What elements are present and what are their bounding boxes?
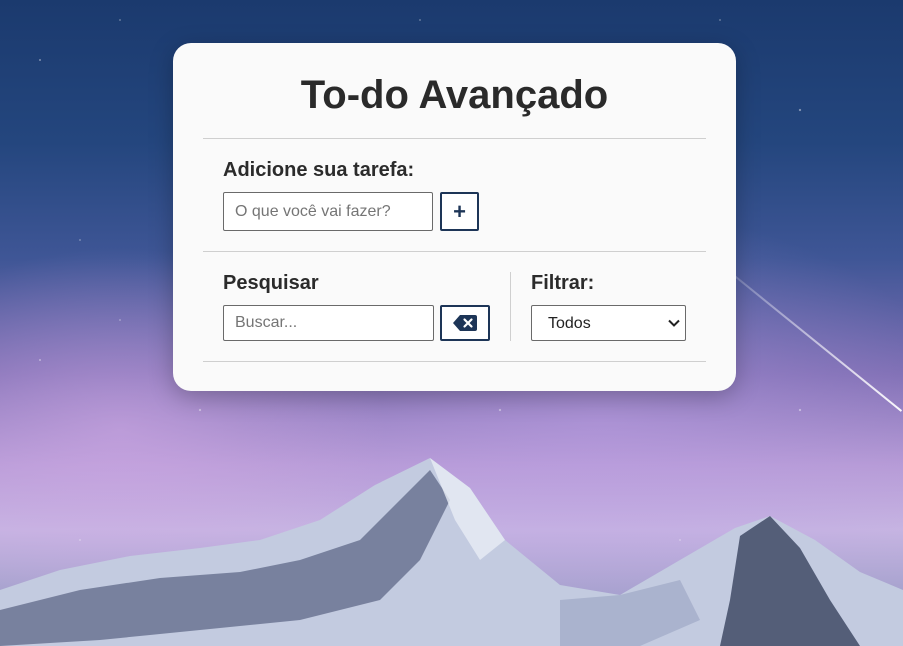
divider-middle (203, 251, 706, 252)
filter-label: Filtrar: (531, 272, 595, 294)
add-task-label: Adicione sua tarefa: (223, 159, 415, 181)
add-task-button[interactable]: + (440, 192, 479, 231)
filter-selected-value: Todos (548, 315, 591, 332)
divider-top (203, 138, 706, 139)
task-input[interactable] (223, 192, 433, 231)
todo-card: To-do Avançado Adicione sua tarefa: + Pe… (173, 43, 736, 391)
vertical-divider (510, 272, 511, 341)
filter-select[interactable]: Todos (531, 305, 686, 341)
clear-search-button[interactable] (440, 305, 490, 341)
divider-bottom (203, 361, 706, 362)
page-title: To-do Avançado (300, 73, 609, 117)
backspace-icon (453, 315, 477, 331)
plus-icon: + (453, 198, 466, 224)
search-label: Pesquisar (223, 272, 319, 294)
search-input[interactable] (223, 305, 434, 341)
chevron-down-icon (668, 319, 680, 327)
